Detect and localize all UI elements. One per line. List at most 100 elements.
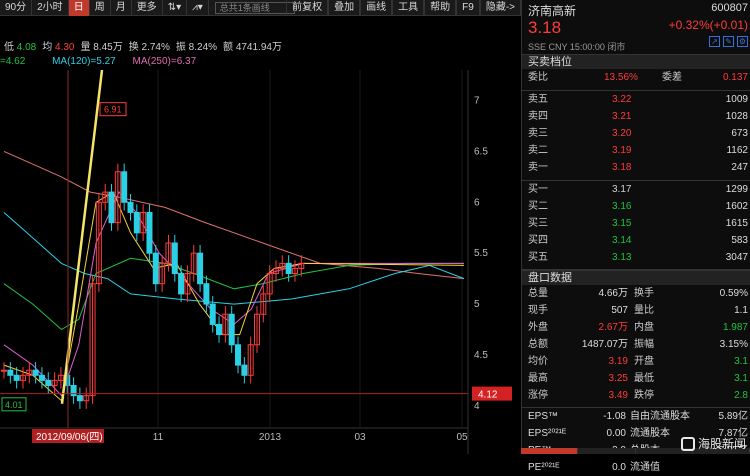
watermark-text: 海股新闻 <box>697 437 746 451</box>
detail-value: 3.1 <box>734 356 748 367</box>
finance-label: 自由流通股本 <box>630 411 690 422</box>
ma10-line <box>3 191 465 402</box>
finance-value: 0.00 <box>606 428 626 439</box>
ma120-line <box>3 212 465 305</box>
detail-label: 量比 <box>634 305 654 316</box>
period-tab[interactable]: 90分 <box>0 0 33 16</box>
level-label: 卖一 <box>528 162 548 173</box>
level-volume: 1028 <box>725 111 748 122</box>
bids-row[interactable]: 买四 3.14 583 <box>522 232 750 249</box>
detail-value: 3.25 <box>608 373 628 384</box>
bids-row[interactable]: 买一 3.17 1299 <box>522 181 750 198</box>
toolbar-button[interactable]: 前复权 <box>286 0 329 16</box>
detail-value: 3.15% <box>719 339 748 350</box>
finance-row: PE²⁰²¹ᴱ 0.0 流通值 <box>522 459 750 476</box>
candle-body <box>32 369 39 376</box>
toolbar-button[interactable]: 隐藏-> <box>479 0 521 16</box>
asks-row[interactable]: 卖二 3.19 1162 <box>522 142 750 159</box>
detail-value: 4.66万 <box>598 288 628 299</box>
candle-body <box>216 323 223 336</box>
bar-info-row: 低 4.08 均 4.30 量 8.45万 换 2.74% 振 8.24% 额 … <box>0 38 521 53</box>
period-tab[interactable]: 周 <box>90 0 111 16</box>
level-volume: 673 <box>731 128 748 139</box>
toolbar-button[interactable]: 画线 <box>360 0 393 16</box>
level-volume: 583 <box>731 235 748 246</box>
asks-row[interactable]: 卖五 3.22 1009 <box>522 91 750 108</box>
asks-row[interactable]: 卖一 3.18 247 <box>522 159 750 176</box>
candle-body <box>76 395 83 402</box>
candle-body <box>203 283 210 305</box>
candle-body <box>38 374 45 381</box>
high-label: 6.91 <box>104 105 122 115</box>
candle-body <box>171 242 178 275</box>
candle-body <box>285 262 292 275</box>
detail-value: 2.8 <box>734 390 748 401</box>
detail-value: 1.1 <box>734 305 748 316</box>
order-book-title[interactable]: 买卖档位 <box>522 54 750 69</box>
detail-list: 总量 4.66万 换手 0.59% 现手 507 量比 1.1 外盘 2.67万 内盘 1.987 总额… <box>522 285 750 404</box>
candle-body <box>197 252 204 285</box>
detail-title[interactable]: 盘口数据 <box>522 270 750 285</box>
panel-icons: ↗ ✎ ⚙ <box>709 36 748 47</box>
settings-icon[interactable]: ⚙ <box>737 36 748 47</box>
detail-row: 最高 3.25 最低 3.1 <box>522 370 750 387</box>
finance-label: 流通值 <box>630 462 660 473</box>
level-price: 3.20 <box>612 128 632 139</box>
expand-icon[interactable]: ↗ <box>709 36 720 47</box>
ma250-line <box>3 150 465 280</box>
stock-price: 3.18 <box>528 18 562 37</box>
toolbar-button[interactable]: 工具 <box>392 0 425 16</box>
amount-label: 额 4741.94万 <box>223 42 282 53</box>
stock-change: +0.32%(+0.01) <box>668 18 748 32</box>
detail-label: 均价 <box>528 356 548 367</box>
y-tick-label: 4.5 <box>474 350 488 361</box>
detail-label: 开盘 <box>634 356 654 367</box>
period-tab[interactable]: 日 <box>68 0 90 16</box>
level-volume: 3047 <box>725 252 748 263</box>
quote-panel: 济南高新 600807 3.18 +0.32%(+0.01) SSE CNY 1… <box>521 0 750 473</box>
amplitude-label: 振 8.24% <box>175 42 218 53</box>
detail-value: 3.49 <box>608 390 628 401</box>
asks-row[interactable]: 卖三 3.20 673 <box>522 125 750 142</box>
bids-row[interactable]: 买五 3.13 3047 <box>522 249 750 266</box>
level-label: 买五 <box>528 252 548 263</box>
asks-row[interactable]: 卖四 3.21 1028 <box>522 108 750 125</box>
toolbar-button[interactable]: F9 <box>456 0 480 16</box>
toolbar-button[interactable]: 帮助 <box>424 0 457 16</box>
kline-chart[interactable]: 7 6.5 6 5.5 5 4.5 4 11 2013 03 05 4.12 6.91 4.01 2012/… <box>0 70 521 454</box>
detail-label: 总额 <box>528 339 548 350</box>
candle-body <box>121 171 128 203</box>
level-volume: 1602 <box>725 201 748 212</box>
candle-body <box>241 364 248 376</box>
toolbar-button[interactable]: 叠加 <box>328 0 361 16</box>
drawing-dropdown[interactable]: 总共1条画线 <box>214 1 295 14</box>
detail-value: 3.19 <box>608 356 628 367</box>
chart-type-icon[interactable]: ⩘▾ <box>187 0 209 16</box>
period-tab[interactable]: 2小时 <box>32 0 69 16</box>
bids-row[interactable]: 买三 3.15 1615 <box>522 215 750 232</box>
low-label: 4.01 <box>5 400 23 410</box>
avg-label: 均 4.30 <box>42 42 75 53</box>
ask-list: 卖五 3.22 1009 卖四 3.21 1028 卖三 3.20 673 卖二 3.19 1162 卖… <box>522 91 750 176</box>
period-tab[interactable]: 月 <box>111 0 132 16</box>
level-price: 3.19 <box>612 145 632 156</box>
ma-legend: =4.62 MA(120)=5.27 MA(250)=6.37 <box>0 56 521 70</box>
low-label: 低 4.08 <box>4 42 37 53</box>
indicator-icon[interactable]: ⇅▾ <box>163 0 188 16</box>
bids-row[interactable]: 买二 3.16 1602 <box>522 198 750 215</box>
level-label: 卖五 <box>528 94 548 105</box>
edit-icon[interactable]: ✎ <box>723 36 734 47</box>
ma-legend-1: =4.62 <box>0 56 26 67</box>
detail-label: 振幅 <box>634 339 654 350</box>
level-label: 卖三 <box>528 128 548 139</box>
candle-body <box>108 191 115 224</box>
detail-row: 均价 3.19 开盘 3.1 <box>522 353 750 370</box>
detail-value: 3.1 <box>734 373 748 384</box>
x-tick-label: 05 <box>456 432 468 443</box>
period-tab[interactable]: 更多 <box>132 0 163 16</box>
detail-row: 总量 4.66万 换手 0.59% <box>522 285 750 302</box>
candle-body <box>1 369 7 372</box>
x-tick-label: 2013 <box>259 432 282 443</box>
finance-label: EPS²⁰²¹ᴱ <box>528 428 567 439</box>
order-ratio-row: 委比 13.56% 委差 0.137 <box>528 72 748 83</box>
